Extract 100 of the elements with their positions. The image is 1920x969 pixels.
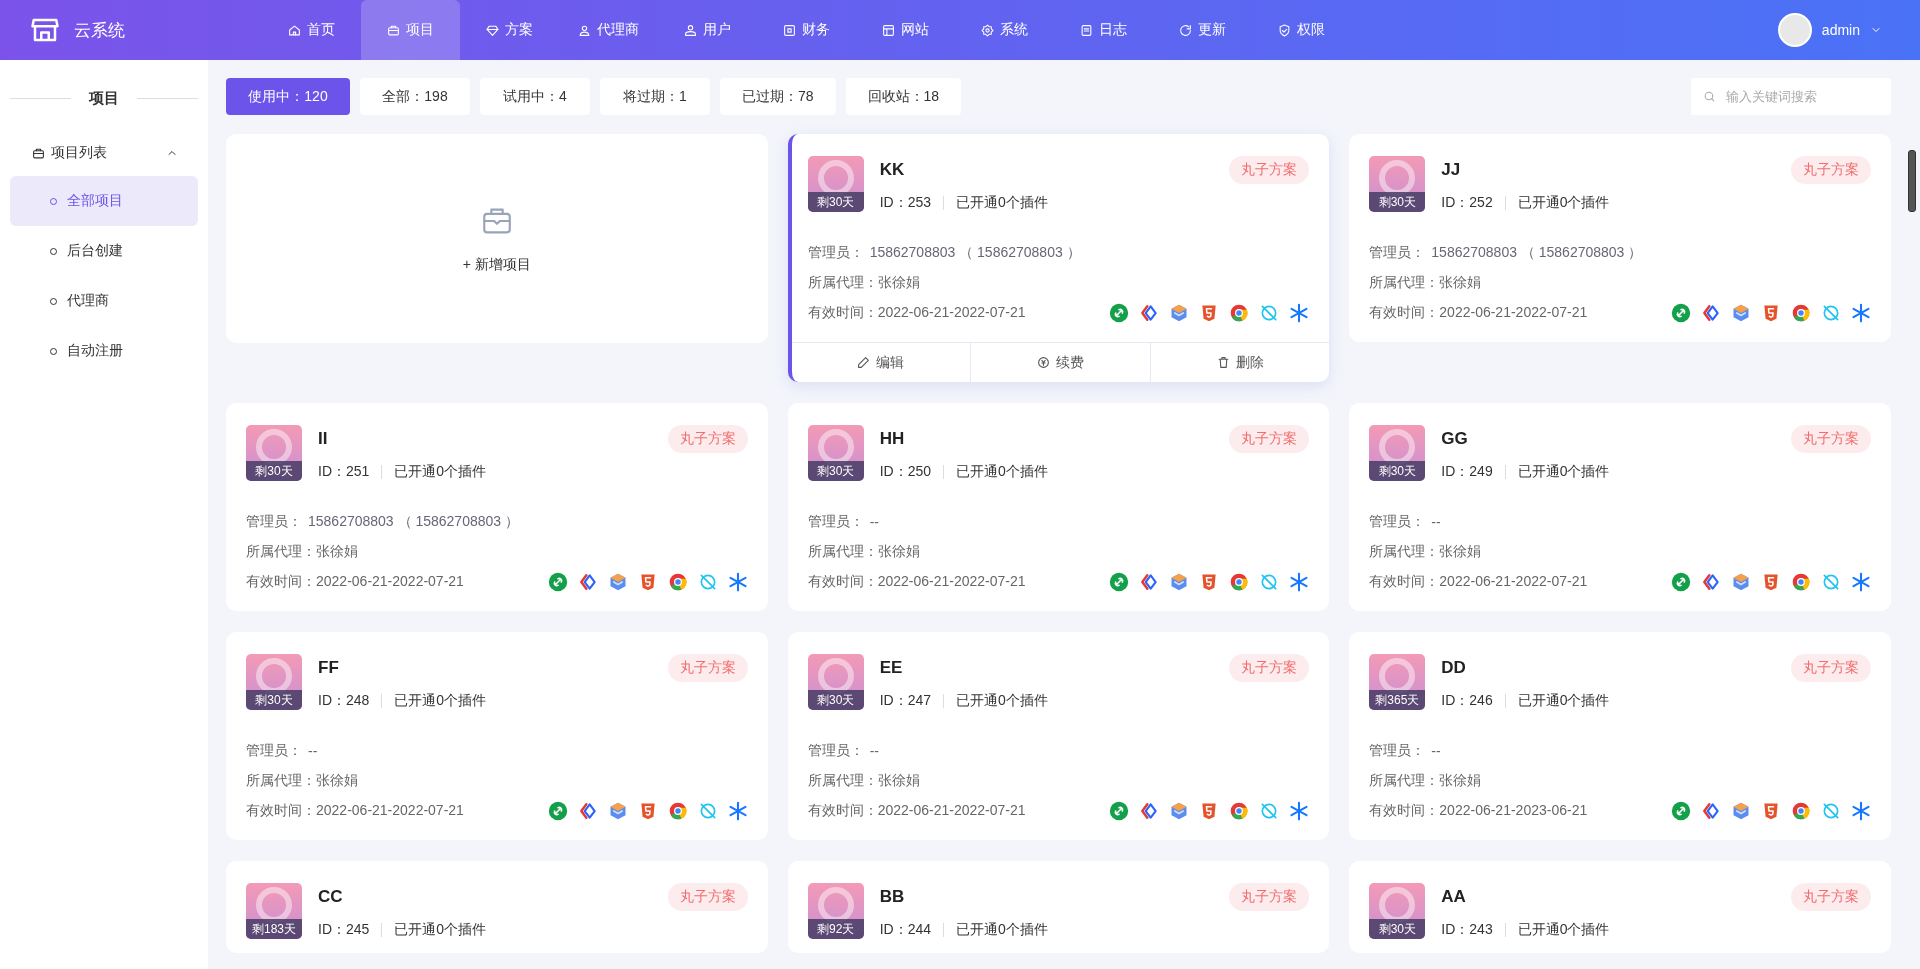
project-name: FF xyxy=(318,657,340,679)
project-name: DD xyxy=(1441,657,1467,679)
admin-label: 管理员： xyxy=(246,742,302,760)
plugin-count: 已开通0个插件 xyxy=(956,921,1048,939)
browser-icon xyxy=(1791,801,1811,821)
filter-tab[interactable]: 使用中：120 xyxy=(226,78,350,115)
nav-tab[interactable]: 网站 xyxy=(856,0,955,60)
filter-tab[interactable]: 试用中：4 xyxy=(480,78,590,115)
user-icon xyxy=(578,23,591,37)
cube-icon xyxy=(1169,572,1190,592)
nav-tab[interactable]: 用户 xyxy=(658,0,757,60)
admin-value: -- xyxy=(869,743,879,759)
project-id: ID：244 xyxy=(879,921,931,939)
scrollbar-thumb[interactable] xyxy=(1908,150,1916,212)
plan-tag: 丸子方案 xyxy=(1229,654,1310,682)
remaining-days-badge: 剩30天 xyxy=(1369,919,1426,939)
validity-text: 有效时间：2022-06-21-2022-07-21 xyxy=(246,573,464,591)
renew-button[interactable]: 续费 xyxy=(970,343,1150,382)
remaining-days-badge: 剩365天 xyxy=(1369,690,1426,710)
sidebar-item[interactable]: 代理商 xyxy=(10,276,198,326)
asterisk-icon xyxy=(1851,303,1871,323)
plugin-count: 已开通0个插件 xyxy=(394,463,487,481)
plan-tag: 丸子方案 xyxy=(1791,156,1871,184)
browser-icon xyxy=(1791,572,1811,592)
project-id: ID：247 xyxy=(879,692,931,710)
cube-icon xyxy=(1169,801,1190,821)
agent-text: 所属代理：张徐娟 xyxy=(246,543,358,561)
search-field[interactable]: 输入关键词搜索 xyxy=(1691,78,1891,115)
browser-icon xyxy=(1229,801,1250,821)
project-id: ID：243 xyxy=(1441,921,1493,939)
admin-label: 管理员： xyxy=(1369,742,1426,760)
coin-icon xyxy=(1037,356,1050,369)
sidebar-item[interactable]: 自动注册 xyxy=(10,326,198,376)
plugin-count: 已开通0个插件 xyxy=(1517,463,1610,481)
sidebar-item[interactable]: 后台创建 xyxy=(10,226,198,276)
browser-icon xyxy=(667,572,688,592)
sidebar-group[interactable]: 项目列表 xyxy=(10,130,198,176)
plan-tag: 丸子方案 xyxy=(667,883,748,911)
filter-tab[interactable]: 将过期：1 xyxy=(600,78,710,115)
validity-text: 有效时间：2022-06-21-2023-06-21 xyxy=(1369,802,1588,820)
admin-label: 管理员： xyxy=(1369,244,1426,262)
filter-tab[interactable]: 回收站：18 xyxy=(845,78,962,115)
user-name[interactable]: admin xyxy=(1821,22,1860,38)
agent-text: 所属代理：张徐娟 xyxy=(1369,274,1482,292)
nav-tab[interactable]: 日志 xyxy=(1054,0,1153,60)
pencil-icon xyxy=(857,356,871,369)
nav-tab[interactable]: 权限 xyxy=(1252,0,1351,60)
browser-icon xyxy=(1229,303,1250,323)
validity-text: 有效时间：2022-06-21-2022-07-21 xyxy=(807,304,1026,322)
asterisk-icon xyxy=(727,801,748,821)
admin-value: 15862708803 （ 15862708803 ） xyxy=(308,513,519,531)
delete-button[interactable]: 删除 xyxy=(1149,343,1330,382)
settings-icon xyxy=(981,23,994,37)
shield-icon xyxy=(1278,23,1291,37)
nav-tab[interactable]: 财务 xyxy=(757,0,856,60)
plugin-count: 已开通0个插件 xyxy=(394,921,487,939)
project-card[interactable]: 剩30天 GG ID：249 已开通0个插件 丸子方案 管理员： -- 所属代理：张徐娟 有效时间：2022-06-21-2022-07-21 xyxy=(1349,403,1891,611)
project-card[interactable]: 剩30天 AA ID：243 已开通0个插件 丸子方案 xyxy=(1349,861,1891,953)
project-card[interactable]: 剩30天 HH ID：250 已开通0个插件 丸子方案 管理员： -- 所属代理：张徐娟 有效时间：2022-06-21-2022-07-21 xyxy=(787,403,1330,611)
project-id: ID：245 xyxy=(318,921,370,939)
user-avatar[interactable] xyxy=(1777,13,1812,47)
edit-button[interactable]: 编辑 xyxy=(791,343,971,382)
project-card[interactable]: 剩30天 FF ID：248 已开通0个插件 丸子方案 管理员： -- 所属代理：张徐娟 有效时间：2022-06-21-2022-07-21 xyxy=(226,632,768,840)
add-project-button[interactable]: + 新增项目 xyxy=(226,134,768,343)
project-card[interactable]: 剩183天 CC ID：245 已开通0个插件 丸子方案 xyxy=(226,861,768,953)
project-id: ID：246 xyxy=(1441,692,1493,710)
filter-tab[interactable]: 全部：198 xyxy=(360,78,470,115)
project-id: ID：253 xyxy=(879,194,931,212)
nav-tab[interactable]: 方案 xyxy=(460,0,559,60)
plan-tag: 丸子方案 xyxy=(1229,156,1310,184)
admin-value: -- xyxy=(869,514,879,530)
remaining-days-badge: 剩30天 xyxy=(1369,461,1426,481)
project-card[interactable]: 剩30天 JJ ID：252 已开通0个插件 丸子方案 管理员： 15862708803 （ 15862708803 ） 所属代理：张徐娟 有效时间：2022-06-21-2022-07-21 xyxy=(1349,134,1891,342)
asterisk-icon xyxy=(727,572,748,592)
cube-icon xyxy=(1731,801,1751,821)
plugin-count: 已开通0个插件 xyxy=(1517,692,1610,710)
nav-tab[interactable]: 代理商 xyxy=(559,0,658,60)
validity-text: 有效时间：2022-06-21-2022-07-21 xyxy=(807,802,1026,820)
sidebar-title: 项目 xyxy=(89,88,119,108)
project-card[interactable]: 剩30天 EE ID：247 已开通0个插件 丸子方案 管理员： -- 所属代理：张徐娟 有效时间：2022-06-21-2022-07-21 xyxy=(787,632,1330,840)
project-card[interactable]: 剩30天 KK ID：253 已开通0个插件 丸子方案 管理员： 15862708803 （ 15862708803 ） 所属代理：张徐娟 有效时间：2022-06-21-2022-07-21 编辑 续费 删除 xyxy=(787,134,1330,382)
filter-tab[interactable]: 已过期：78 xyxy=(720,78,836,115)
admin-value: 15862708803 （ 15862708803 ） xyxy=(869,244,1081,262)
agent-text: 所属代理：张徐娟 xyxy=(807,543,920,561)
brackets-icon xyxy=(1701,801,1721,821)
plugin-count: 已开通0个插件 xyxy=(1517,194,1610,212)
project-card[interactable]: 剩92天 BB ID：244 已开通0个插件 丸子方案 xyxy=(787,861,1330,953)
nav-tab[interactable]: 系统 xyxy=(955,0,1054,60)
asterisk-icon xyxy=(1851,801,1871,821)
shield-icon xyxy=(1761,303,1781,323)
brackets-icon xyxy=(1139,572,1160,592)
agent-text: 所属代理：张徐娟 xyxy=(246,772,358,790)
nav-tab[interactable]: 首页 xyxy=(262,0,361,60)
project-id: ID：252 xyxy=(1441,194,1493,212)
project-name: AA xyxy=(1441,886,1467,908)
document-icon xyxy=(1080,23,1093,37)
nav-tab[interactable]: 更新 xyxy=(1153,0,1252,60)
project-card[interactable]: 剩365天 DD ID：246 已开通0个插件 丸子方案 管理员： -- 所属代理：张徐娟 有效时间：2022-06-21-2023-06-21 xyxy=(1349,632,1891,840)
sidebar-item[interactable]: 全部项目 xyxy=(10,176,198,226)
project-card[interactable]: 剩30天 II ID：251 已开通0个插件 丸子方案 管理员： 15862708803 （ 15862708803 ） 所属代理：张徐娟 有效时间：2022-06-21-2022-07-21 xyxy=(226,403,768,611)
